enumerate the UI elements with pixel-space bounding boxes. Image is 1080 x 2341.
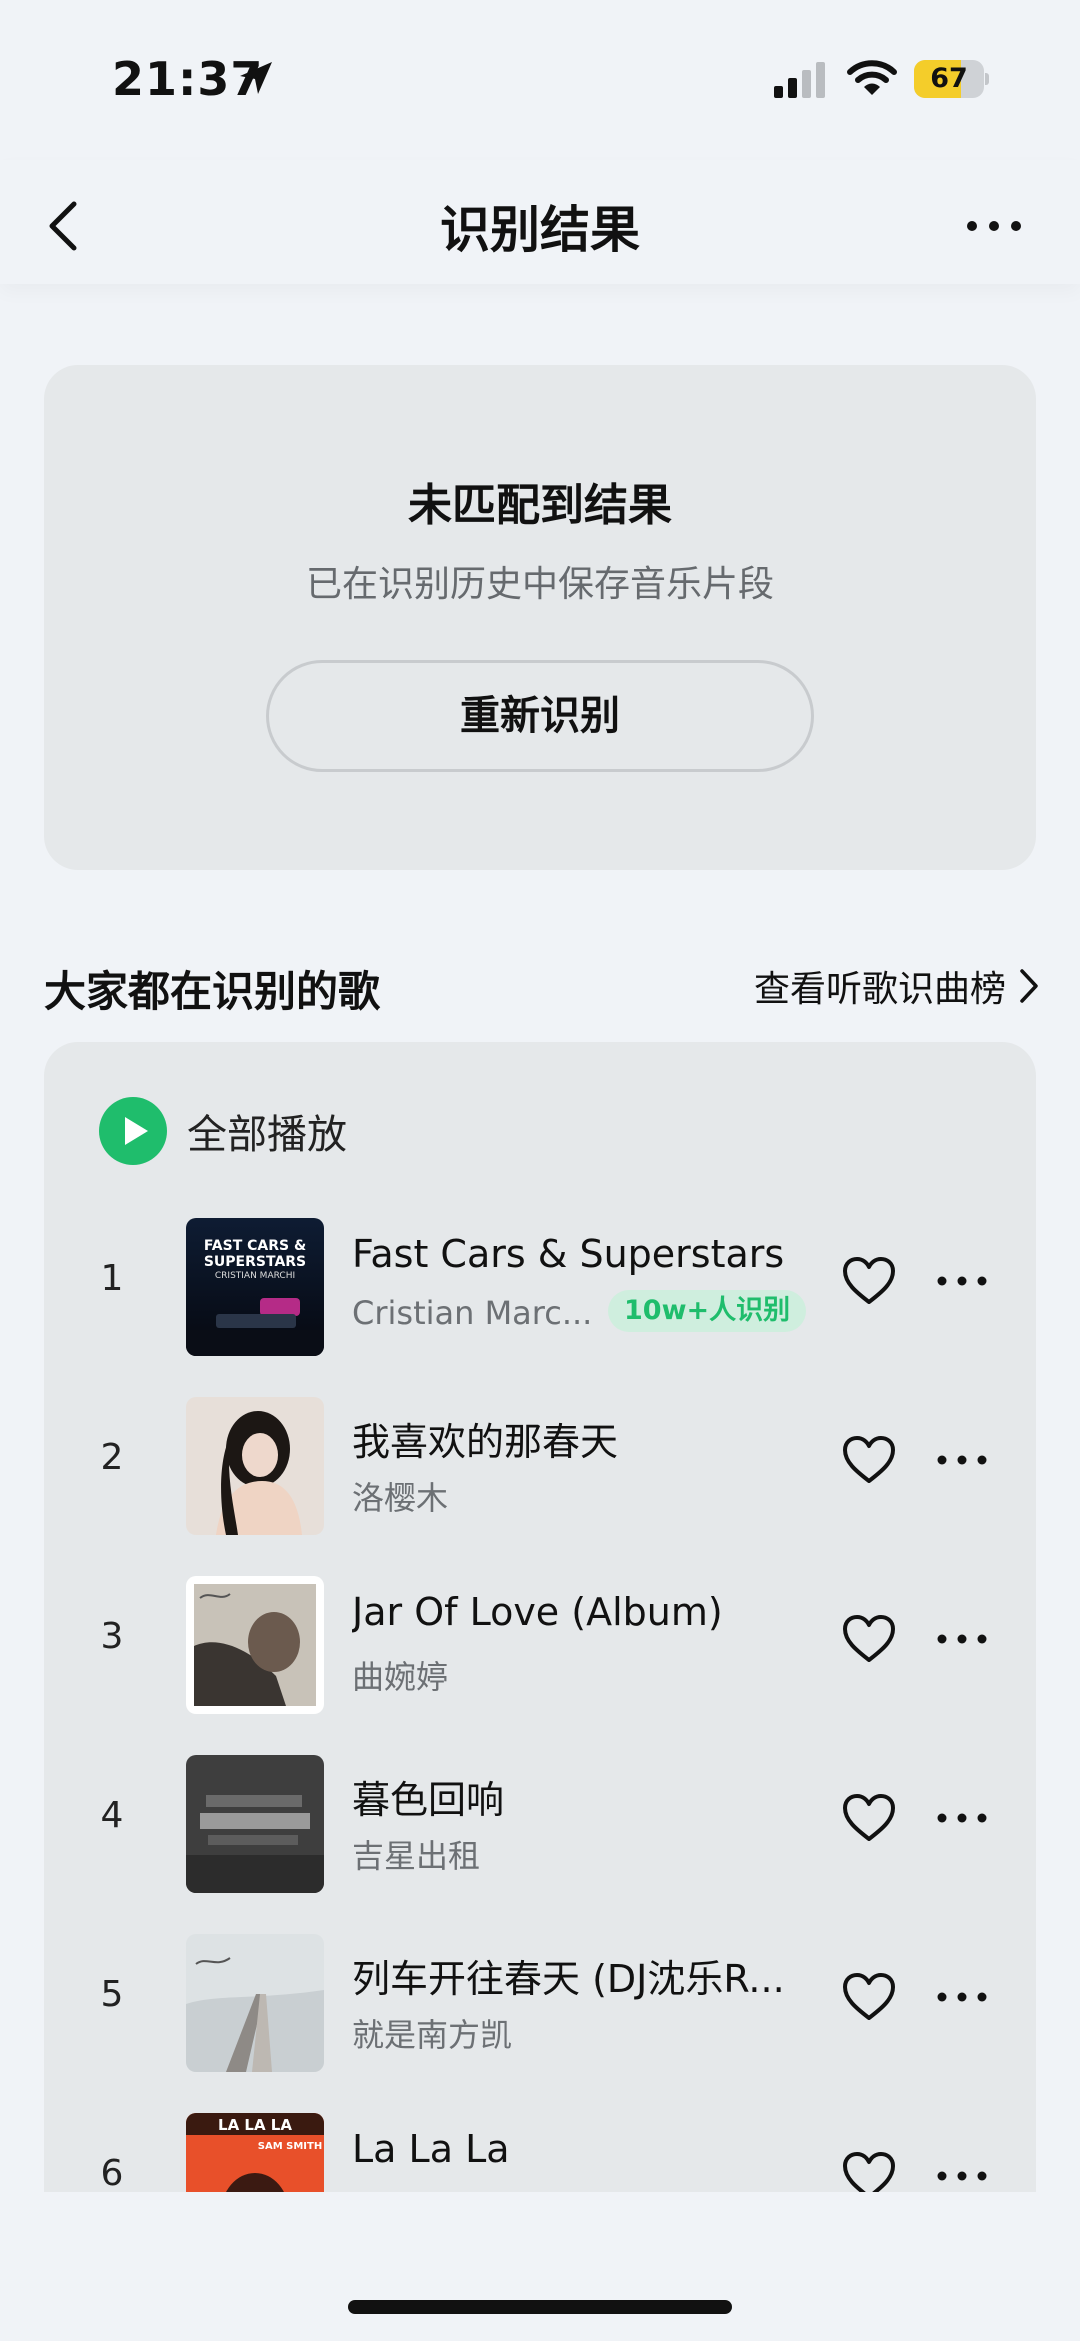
album-cover [186,1934,324,2072]
heart-icon[interactable] [842,1614,896,1664]
heart-icon[interactable] [842,2151,896,2192]
home-indicator[interactable] [348,2300,732,2314]
cover-text: SAM SMITH [258,2141,322,2152]
song-title: La La La [352,2127,510,2171]
song-row[interactable]: 3 Jar Of Love (Album) 曲婉婷 [44,1570,1036,1720]
heart-icon[interactable] [842,1972,896,2022]
song-row[interactable]: 5 列车开往春天 (DJ沈乐R... 就是南方凯 [44,1928,1036,2078]
album-cover: LA LA LA SAM SMITH [186,2113,324,2192]
song-title: 列车开往春天 (DJ沈乐R... [352,1957,785,2001]
song-artist: 洛樱木 [352,1479,449,1517]
location-arrow-icon [240,62,272,94]
song-rank: 1 [100,1258,124,1299]
no-match-title: 未匹配到结果 [408,480,672,531]
cover-text: LA LA LA [218,2116,292,2134]
cover-text: CRISTIAN MARCHI [215,1271,295,1281]
no-match-subtitle: 已在识别历史中保存音乐片段 [305,564,774,605]
album-cover [186,1397,324,1535]
battery-indicator: 67 [914,60,989,98]
status-bar: 21:37 67 [0,0,1080,160]
song-artist: 吉星出租 [352,1837,481,1875]
chevron-right-icon [1020,969,1038,1003]
song-row[interactable]: 6 LA LA LA SAM SMITH La La La [44,2107,1036,2192]
nav-bar: 识别结果 [0,160,1080,284]
album-cover [186,1576,324,1714]
view-chart-label: 查看听歌识曲榜 [753,969,1006,1010]
song-row[interactable]: 4 暮色回响 吉星出租 [44,1749,1036,1899]
more-options-icon[interactable] [937,1990,987,2004]
section-title: 大家都在识别的歌 [44,967,381,1016]
heart-icon[interactable] [842,1256,896,1306]
song-title: Fast Cars & Superstars [352,1232,785,1276]
song-artist: 曲婉婷 [352,1658,449,1696]
play-all-button[interactable]: 全部播放 [99,1097,347,1165]
song-row[interactable]: 1 FAST CARS & SUPERSTARS CRISTIAN MARCHI… [44,1212,1036,1362]
song-rank: 4 [100,1795,124,1836]
album-cover [186,1755,324,1893]
no-match-card: 未匹配到结果 已在识别历史中保存音乐片段 重新识别 [44,365,1036,870]
song-title: 暮色回响 [352,1778,505,1822]
song-list-card: 全部播放 1 FAST CARS & SUPERSTARS CRISTIAN M… [44,1042,1036,2192]
song-artist: 就是南方凯 [352,2016,513,2054]
play-circle-icon [99,1097,167,1165]
song-title: 我喜欢的那春天 [352,1420,619,1464]
more-options-icon[interactable] [937,2169,987,2183]
song-row[interactable]: 2 我喜欢的那春天 洛樱木 [44,1391,1036,1541]
wifi-icon [847,60,897,95]
retry-recognition-button[interactable]: 重新识别 [266,660,814,772]
page-title: 识别结果 [440,201,640,259]
song-artist: Cristian Marc... [352,1294,593,1332]
heart-icon[interactable] [842,1435,896,1485]
play-all-label: 全部播放 [187,1112,347,1158]
album-cover: FAST CARS & SUPERSTARS CRISTIAN MARCHI [186,1218,324,1356]
song-rank: 3 [100,1616,124,1657]
song-title: Jar Of Love (Album) [352,1590,723,1634]
heart-icon[interactable] [842,1793,896,1843]
cover-text: SUPERSTARS [204,1254,306,1270]
more-options-icon[interactable] [966,218,1022,234]
more-options-icon[interactable] [937,1811,987,1825]
song-rank: 6 [100,2153,124,2192]
song-rank: 2 [100,1437,124,1478]
view-chart-link[interactable]: 查看听歌识曲榜 [754,960,1040,1012]
cellular-signal-icon [774,62,825,98]
more-options-icon[interactable] [937,1632,987,1646]
recognition-count-badge: 10w+人识别 [608,1290,807,1332]
song-rank: 5 [100,1974,124,2015]
more-options-icon[interactable] [937,1274,987,1288]
cover-text: FAST CARS & [204,1238,306,1254]
battery-percent: 67 [930,63,968,94]
more-options-icon[interactable] [937,1453,987,1467]
